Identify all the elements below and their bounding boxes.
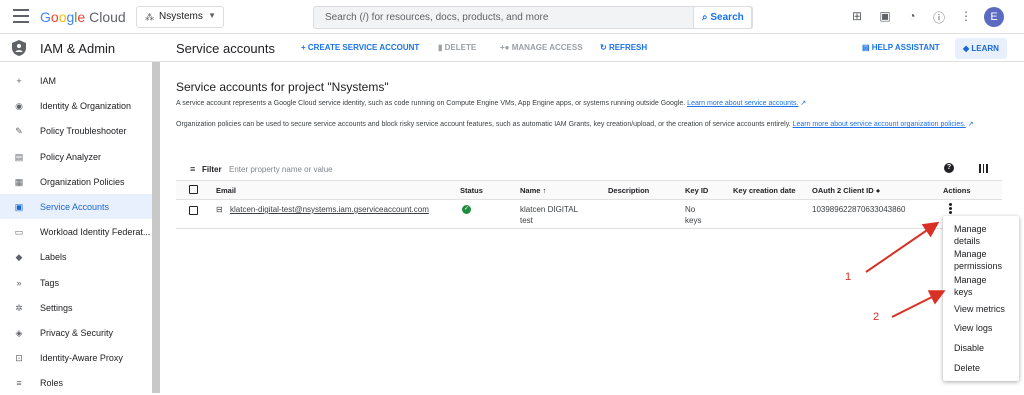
- annotation-arrows: [865, 221, 946, 318]
- arrow-2: [891, 290, 946, 318]
- annotation-label-1: 1: [845, 271, 852, 283]
- annotation-label-2: 2: [873, 311, 880, 323]
- arrow-1: [865, 221, 940, 273]
